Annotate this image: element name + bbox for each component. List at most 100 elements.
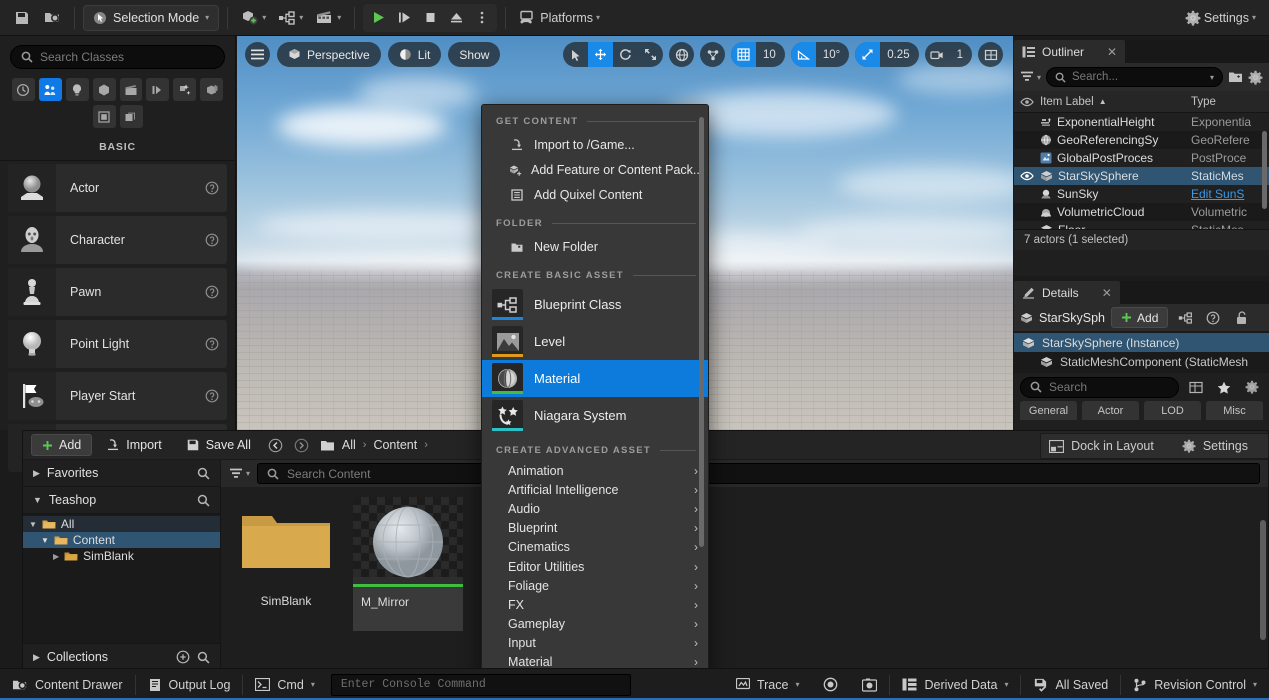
submenu-input[interactable]: Input › <box>482 634 708 653</box>
menu-item-blueprint-class[interactable]: Blueprint Class <box>482 286 708 323</box>
search-classes-input[interactable]: Search Classes <box>10 45 225 69</box>
place-actor-item-actor[interactable]: Actor <box>8 164 227 212</box>
star-icon[interactable] <box>1213 377 1235 398</box>
platforms-button[interactable]: Platforms ▾ <box>514 5 605 31</box>
outliner-search-input[interactable]: Search... ▾ <box>1046 67 1223 87</box>
all-saved-button[interactable]: All Saved <box>1021 673 1120 697</box>
submenu-fx[interactable]: FX › <box>482 595 708 614</box>
gear-icon[interactable] <box>1248 70 1263 85</box>
play-icon[interactable] <box>365 5 391 31</box>
tab-misc[interactable]: Misc <box>1206 401 1263 420</box>
trace-button[interactable]: Trace ▾ <box>724 673 812 697</box>
row-type-link[interactable]: Edit SunS <box>1191 187 1269 201</box>
recently-placed-icon[interactable] <box>12 78 35 101</box>
basic-icon[interactable] <box>38 78 62 101</box>
submenu-cinematics[interactable]: Cinematics › <box>482 538 708 557</box>
chevron-right-icon[interactable]: ▶ <box>53 552 59 561</box>
component-row-staticmeshcomponent[interactable]: StaticMeshComponent (StaticMesh <box>1014 352 1269 371</box>
selection-mode-button[interactable]: Selection Mode ▾ <box>83 4 220 31</box>
add-actor-button[interactable]: ▾ <box>236 5 271 31</box>
back-arrow-icon[interactable] <box>265 434 287 456</box>
column-type[interactable]: Type <box>1191 96 1269 108</box>
save-folder-icon[interactable] <box>1228 70 1243 84</box>
teashop-section[interactable]: ▼ Teashop <box>23 487 220 514</box>
asset-tile-m-mirror[interactable]: M_Mirror <box>353 497 463 631</box>
settings-button[interactable]: Settings ▾ <box>1180 5 1261 31</box>
snapshot-button[interactable] <box>850 673 889 697</box>
content-import-button[interactable]: Import <box>96 434 171 456</box>
outliner-filter-button[interactable]: ▾ <box>1020 71 1041 83</box>
menu-item-level[interactable]: Level <box>482 323 708 360</box>
cinematics-button[interactable]: ▾ <box>310 5 346 31</box>
scale-snap-value[interactable]: 0.25 <box>880 49 918 61</box>
chevron-down-icon[interactable]: ▼ <box>29 520 37 529</box>
scale-snap-icon[interactable] <box>855 42 881 67</box>
columns-icon[interactable] <box>1185 377 1207 398</box>
content-save-all-button[interactable]: Save All <box>176 434 261 456</box>
more-options-icon[interactable] <box>469 5 495 31</box>
blueprint-button[interactable]: ▾ <box>273 5 308 31</box>
tab-lod[interactable]: LOD <box>1144 401 1201 420</box>
scrollbar-thumb[interactable] <box>699 117 704 547</box>
console-command-input[interactable]: Enter Console Command <box>330 673 631 696</box>
submenu-editor-utilities[interactable]: Editor Utilities › <box>482 557 708 576</box>
content-add-button[interactable]: Add <box>31 434 93 456</box>
context-menu-scrollbar[interactable] <box>699 111 706 674</box>
search-icon[interactable] <box>197 494 210 507</box>
outliner-row[interactable]: GlobalPostProces PostProce <box>1014 149 1269 167</box>
geometry-icon[interactable] <box>92 105 116 128</box>
unlock-icon[interactable] <box>1230 307 1252 328</box>
eject-icon[interactable] <box>443 5 469 31</box>
stop-icon[interactable] <box>417 5 443 31</box>
eye-icon[interactable] <box>1014 97 1040 107</box>
tree-row-content[interactable]: ▼ Content <box>23 532 220 548</box>
menu-item-new-folder[interactable]: New Folder <box>482 234 708 259</box>
content-drawer-button[interactable]: Content Drawer <box>0 673 135 697</box>
menu-item-material[interactable]: Material <box>482 360 708 397</box>
asset-tile-simblank[interactable]: SimBlank <box>231 497 341 608</box>
submenu-audio[interactable]: Audio › <box>482 499 708 518</box>
record-button[interactable] <box>811 673 850 697</box>
collections-section[interactable]: ▶ Collections <box>23 643 220 670</box>
content-search-input[interactable]: Search Content <box>257 463 1260 484</box>
output-log-button[interactable]: Output Log <box>136 673 243 697</box>
help-icon[interactable] <box>197 181 227 195</box>
outliner-scrollbar-thumb[interactable] <box>1262 131 1267 209</box>
menu-item-add-feature-or-content-pack[interactable]: Add Feature or Content Pack... <box>482 157 708 182</box>
column-item-label[interactable]: Item Label ▲ <box>1040 96 1191 108</box>
cinematic-icon[interactable] <box>119 78 143 101</box>
world-coordinate-icon[interactable] <box>669 42 695 67</box>
chevron-down-icon[interactable]: ▼ <box>41 536 49 545</box>
dock-in-layout-button[interactable]: Dock in Layout <box>1041 435 1162 457</box>
component-row-instance[interactable]: StarSkySphere (Instance) <box>1014 333 1269 352</box>
shapes-icon[interactable] <box>92 78 116 101</box>
favorites-section[interactable]: ▶ Favorites <box>23 460 220 487</box>
submenu-artificial-intelligence[interactable]: Artificial Intelligence › <box>482 480 708 499</box>
derived-data-button[interactable]: Derived Data ▾ <box>890 673 1020 697</box>
help-icon[interactable] <box>197 389 227 403</box>
tree-row-all[interactable]: ▼ All <box>23 516 220 532</box>
tab-outliner[interactable]: Outliner ✕ <box>1014 40 1126 63</box>
tree-row-simblank[interactable]: ▶ SimBlank <box>23 548 220 564</box>
tab-general[interactable]: General <box>1020 401 1077 420</box>
help-icon[interactable] <box>197 337 227 351</box>
outliner-row-starskysphere[interactable]: StarSkySphere StaticMes <box>1014 167 1269 185</box>
tab-details[interactable]: Details ✕ <box>1014 281 1120 304</box>
outliner-row[interactable]: VolumetricCloud Volumetric <box>1014 203 1269 221</box>
details-search-input[interactable]: Search <box>1020 376 1179 398</box>
submenu-animation[interactable]: Animation › <box>482 461 708 480</box>
row-eye-icon[interactable] <box>1014 171 1040 181</box>
blueprint-icon[interactable] <box>1174 307 1196 328</box>
translate-icon[interactable] <box>588 42 614 67</box>
content-filter-button[interactable]: ▾ <box>229 468 250 480</box>
viewport-layout-icon[interactable] <box>978 42 1003 67</box>
grid-snap-value[interactable]: 10 <box>756 49 785 61</box>
search-icon[interactable] <box>197 651 210 664</box>
browse-content-icon[interactable] <box>38 5 66 31</box>
rotation-snap-value[interactable]: 10° <box>816 49 849 61</box>
surface-snap-icon[interactable] <box>700 42 726 67</box>
show-button[interactable]: Show <box>448 42 501 67</box>
submenu-blueprint[interactable]: Blueprint › <box>482 519 708 538</box>
save-icon[interactable] <box>8 5 36 31</box>
lights-icon[interactable] <box>65 78 89 101</box>
